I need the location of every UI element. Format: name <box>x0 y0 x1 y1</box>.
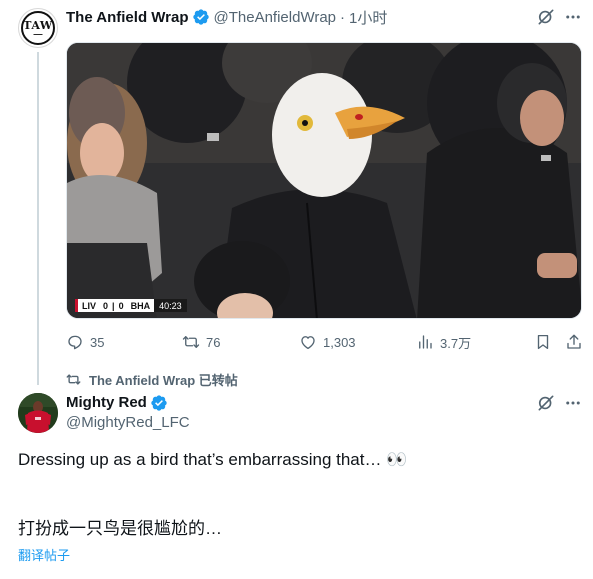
tweet1-display-name[interactable]: The Anfield Wrap <box>66 9 189 26</box>
scorebug: LIV 0 | 0 BHA 40:23 <box>75 299 187 312</box>
views-count: 3.7万 <box>440 335 472 351</box>
taw-logo: TAW ▬▬▬ <box>21 11 55 45</box>
separator-dot: · <box>340 8 346 26</box>
repost-icon <box>182 336 200 348</box>
views-icon <box>419 335 432 349</box>
taw-logo-subtext: ▬▬▬ <box>33 32 43 36</box>
avatar-mighty-red[interactable] <box>18 393 58 433</box>
stadium-crowd-photo <box>67 43 581 318</box>
scorebug-home-team: LIV <box>78 299 101 312</box>
scorebug-home-score: 0 <box>100 299 112 312</box>
share-icon <box>567 334 581 349</box>
repost-context-icon <box>66 373 81 385</box>
repost-count: 76 <box>206 334 221 350</box>
tweet2-translation: 打扮成一只鸟是很尴尬的… <box>18 519 222 538</box>
repost-context-label: The Anfield Wrap 已转帖 <box>89 372 238 388</box>
reply-count: 35 <box>90 334 105 350</box>
verified-icon <box>150 394 168 412</box>
avatar-the-anfield-wrap[interactable]: TAW ▬▬▬ <box>18 8 58 48</box>
mighty-red-avatar-photo <box>18 393 58 433</box>
tweet1-header: The Anfield Wrap @TheAnfieldWrap · 1小时 <box>66 7 387 27</box>
thread-line <box>37 52 39 385</box>
views-button[interactable]: 3.7万 <box>416 332 471 352</box>
bookmark-icon <box>537 334 549 350</box>
reply-button[interactable]: 35 <box>66 332 104 352</box>
bookmark-button[interactable] <box>534 332 558 352</box>
tweet2-display-name[interactable]: Mighty Red <box>66 394 147 411</box>
taw-logo-text: TAW <box>23 19 53 32</box>
scorebug-away-score: 0 <box>115 299 127 312</box>
scorebug-away-team: BHA <box>126 299 155 312</box>
tweet2-header: Mighty Red <box>66 393 172 412</box>
share-button[interactable] <box>565 332 589 352</box>
like-count: 1,303 <box>323 334 356 350</box>
like-button[interactable]: 1,303 <box>299 332 356 352</box>
tweet2-handle[interactable]: @MightyRed_LFC <box>66 414 190 431</box>
tweet2-text: Dressing up as a bird that’s embarrassin… <box>18 450 408 469</box>
translate-post-link[interactable]: 翻译帖子 <box>18 545 70 564</box>
grok-icon[interactable] <box>535 6 557 28</box>
like-icon <box>301 336 315 350</box>
more-icon[interactable] <box>562 6 584 28</box>
verified-icon <box>192 8 210 26</box>
tweet1-time[interactable]: 1小时 <box>349 7 387 28</box>
tweet1-handle[interactable]: @TheAnfieldWrap <box>214 9 337 26</box>
scorebug-clock: 40:23 <box>154 299 187 312</box>
repost-context[interactable]: The Anfield Wrap 已转帖 <box>66 371 238 388</box>
tweet1-media-image[interactable]: LIV 0 | 0 BHA 40:23 <box>66 42 582 319</box>
grok-icon[interactable] <box>535 392 557 414</box>
repost-button[interactable]: 76 <box>182 332 220 352</box>
reply-icon <box>68 335 82 350</box>
more-icon[interactable] <box>562 392 584 414</box>
